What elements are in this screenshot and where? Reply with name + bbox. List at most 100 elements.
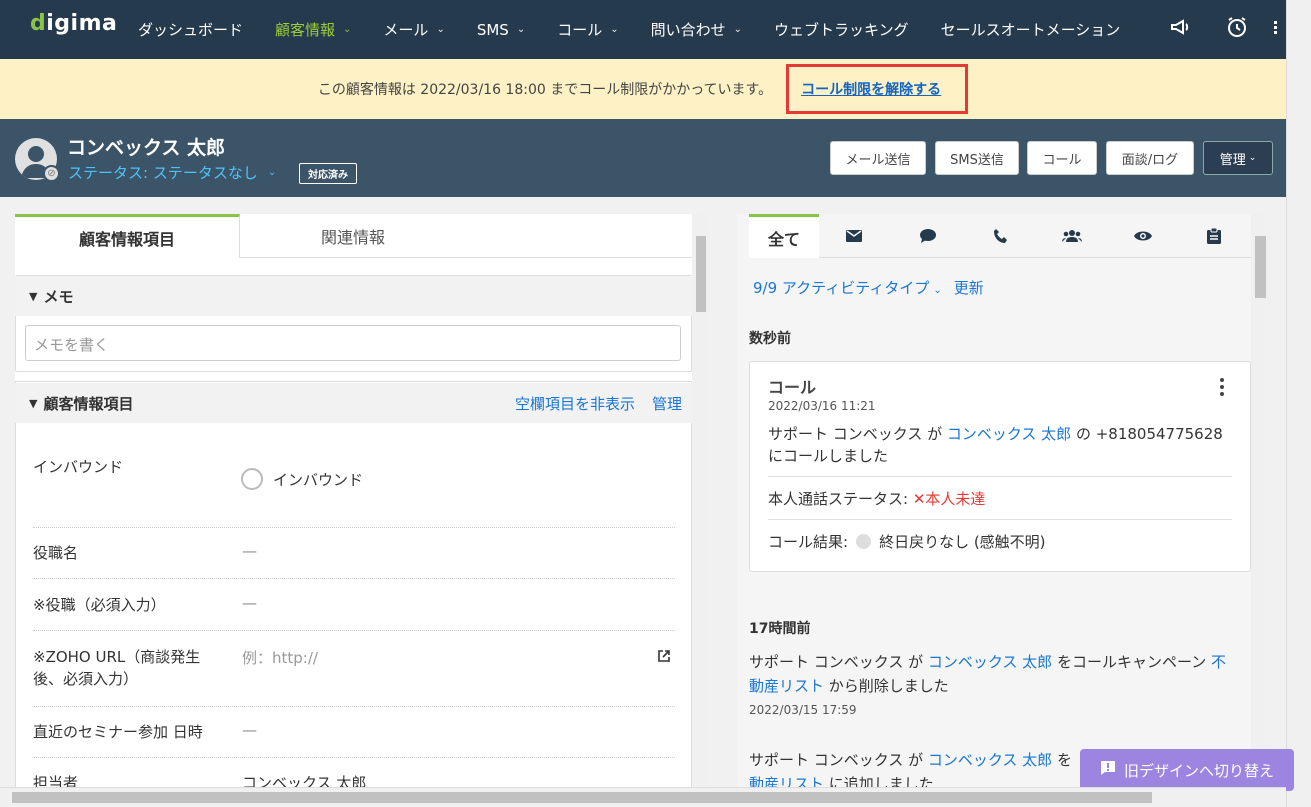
clipboard-icon[interactable]: [1197, 214, 1231, 258]
feedback-icon: [1100, 760, 1116, 780]
activity-tabs: 全て: [749, 214, 1251, 258]
memo-section-header[interactable]: ▼ メモ: [15, 276, 692, 316]
activity-filter[interactable]: 9/9 アクティビティタイプ ⌄ 更新: [753, 277, 984, 298]
app-grid-icon[interactable]: [1272, 15, 1282, 39]
entry-text: から削除しました: [824, 677, 949, 695]
meeting-log-button[interactable]: 面談/ログ: [1106, 141, 1194, 175]
customer-name: コンベックス 太郎: [67, 137, 226, 159]
external-link-icon[interactable]: [657, 649, 671, 667]
call-button[interactable]: コール: [1027, 141, 1097, 175]
field-row-title: 役職名 —: [33, 528, 675, 579]
field-label: ※ZOHO URL（商談発生: [33, 648, 201, 666]
hide-empty-link[interactable]: 空欄項目を非表示: [515, 395, 635, 413]
chevron-down-icon: ▼: [29, 289, 38, 303]
chat-icon[interactable]: [911, 214, 945, 258]
info-title: 顧客情報項目: [43, 394, 134, 413]
campaign-link[interactable]: 動産リスト: [749, 677, 824, 695]
nav-item[interactable]: 顧客情報 ⌄: [275, 19, 351, 40]
activity-panel: 全て 9/9 アクティビティタイプ ⌄ 更新 数秒前 コール 2022/03/16 …: [737, 214, 1251, 787]
timeline-group-label: 17時間前: [749, 621, 811, 637]
nav-item[interactable]: SMS ⌄: [477, 21, 525, 39]
customer-info-panel: 顧客情報項目 関連情報 ▼ メモ メモを書く ▼ 顧客情報項目 空欄項目を非表示 管理…: [15, 214, 692, 787]
call-status-row: 本人通話ステータス: ✕本人未達: [768, 488, 985, 509]
chevron-down-icon: ⌄: [610, 24, 619, 35]
nav-items: ダッシュボード 顧客情報 ⌄ メール ⌄ SMS ⌄ コール ⌄ 問い合わせ ⌄ ウェブトラッキング セ…: [138, 0, 1152, 59]
field-value[interactable]: —: [242, 721, 257, 739]
divider: [768, 476, 1232, 477]
activity-type-dropdown[interactable]: 9/9 アクティビティタイプ: [753, 279, 929, 297]
scroll-thumb[interactable]: [696, 236, 706, 312]
left-scrollbar[interactable]: [692, 214, 710, 787]
nav-item[interactable]: コール ⌄: [557, 19, 618, 40]
campaign-link[interactable]: 動産リスト: [749, 775, 824, 787]
field-label: インバウンド: [33, 458, 124, 476]
call-status-value: 本人未達: [925, 490, 986, 508]
chevron-down-icon: ⌄: [516, 24, 526, 35]
card-text: サポート コンベックス が: [768, 425, 947, 443]
memo-input[interactable]: メモを書く: [25, 325, 681, 361]
nav-item-label: メール: [383, 21, 429, 39]
nav-item-label: セールスオートメーション: [940, 21, 1121, 39]
url-input[interactable]: 例：http://: [242, 647, 318, 668]
status-dropdown[interactable]: ステータス: ステータスなし ⌄: [68, 162, 276, 183]
scroll-thumb[interactable]: [12, 792, 1152, 803]
right-scrollbar[interactable]: [1251, 214, 1271, 787]
field-value[interactable]: —: [242, 594, 257, 612]
timeline-entry: サポート コンベックス が コンベックス 太郎 をコールキャンペーン 不動産リス…: [749, 650, 1241, 698]
nav-item-label: ウェブトラッキング: [774, 21, 909, 39]
manage-label: 管理: [1219, 152, 1246, 168]
refresh-link[interactable]: 更新: [954, 279, 984, 297]
entry-text: をコールキャンペーン: [1052, 653, 1211, 671]
scroll-thumb[interactable]: [1255, 236, 1266, 298]
nav-item[interactable]: セールスオートメーション: [941, 19, 1121, 40]
mail-icon[interactable]: [837, 214, 871, 258]
left-tabs: 顧客情報項目 関連情報: [15, 214, 692, 258]
field-label-cont: 後、必須入力）: [33, 670, 139, 688]
status-badge: 対応済み: [299, 163, 357, 184]
field-value[interactable]: コンベックス 太郎: [242, 772, 366, 787]
switch-old-design-label: 旧デザインへ切り替え: [1123, 761, 1274, 780]
customer-link[interactable]: コンベックス 太郎: [947, 425, 1071, 443]
timeline-group-label: 数秒前: [749, 331, 791, 347]
tab-all[interactable]: 全て: [749, 214, 819, 258]
switch-old-design-button[interactable]: 旧デザインへ切り替え: [1080, 749, 1294, 791]
call-activity-card: コール 2022/03/16 11:21 サポート コンベックス が コンベック…: [749, 361, 1251, 572]
more-menu-icon[interactable]: [1220, 378, 1224, 400]
entry-text: サポート コンベックス が: [749, 653, 928, 671]
field-row-inbound: インバウンド インバウンド: [33, 444, 675, 528]
horizontal-scrollbar[interactable]: [0, 787, 1286, 807]
manage-dropdown-button[interactable]: 管理 ⌄: [1203, 141, 1273, 175]
remove-call-restriction-link[interactable]: コール制限を解除する: [786, 64, 969, 114]
manage-fields-link[interactable]: 管理: [652, 395, 682, 413]
info-section-header[interactable]: ▼ 顧客情報項目 空欄項目を非表示 管理: [15, 383, 692, 423]
nav-item[interactable]: メール ⌄: [383, 19, 444, 40]
alarm-clock-icon[interactable]: [1225, 15, 1249, 39]
entry-text: を: [1052, 751, 1072, 769]
megaphone-icon[interactable]: [1168, 15, 1192, 39]
field-label: 直近のセミナー参加 日時: [33, 723, 203, 741]
send-sms-button[interactable]: SMS送信: [935, 141, 1019, 175]
result-dot-icon: [856, 534, 872, 549]
nav-item[interactable]: ウェブトラッキング: [774, 19, 909, 40]
chevron-down-icon: ▼: [29, 396, 38, 410]
customer-link[interactable]: コンベックス 太郎: [928, 751, 1052, 769]
chevron-down-icon: ⌄: [1248, 153, 1257, 163]
tab-related-info[interactable]: 関連情報: [240, 214, 466, 258]
digima-logo[interactable]: digima: [30, 11, 117, 36]
field-row-seminar: 直近のセミナー参加 日時 —: [33, 707, 675, 758]
call-status-label: 本人通話ステータス:: [768, 490, 909, 508]
group-icon[interactable]: [1055, 214, 1089, 258]
customer-link[interactable]: コンベックス 太郎: [928, 653, 1052, 671]
nav-item[interactable]: 問い合わせ ⌄: [651, 19, 742, 40]
field-value[interactable]: —: [242, 542, 257, 560]
tab-customer-info[interactable]: 顧客情報項目: [15, 214, 240, 258]
inbound-radio[interactable]: [241, 468, 263, 490]
eye-icon[interactable]: [1126, 214, 1160, 258]
campaign-link[interactable]: 不: [1211, 653, 1226, 671]
nav-item-label: SMS: [476, 20, 509, 39]
field-row-position: ※役職（必須入力） —: [33, 579, 675, 631]
page-scrollbar[interactable]: [1286, 0, 1311, 807]
phone-icon[interactable]: [984, 214, 1018, 258]
nav-item[interactable]: ダッシュボード: [138, 19, 243, 40]
send-mail-button[interactable]: メール送信: [830, 141, 926, 175]
